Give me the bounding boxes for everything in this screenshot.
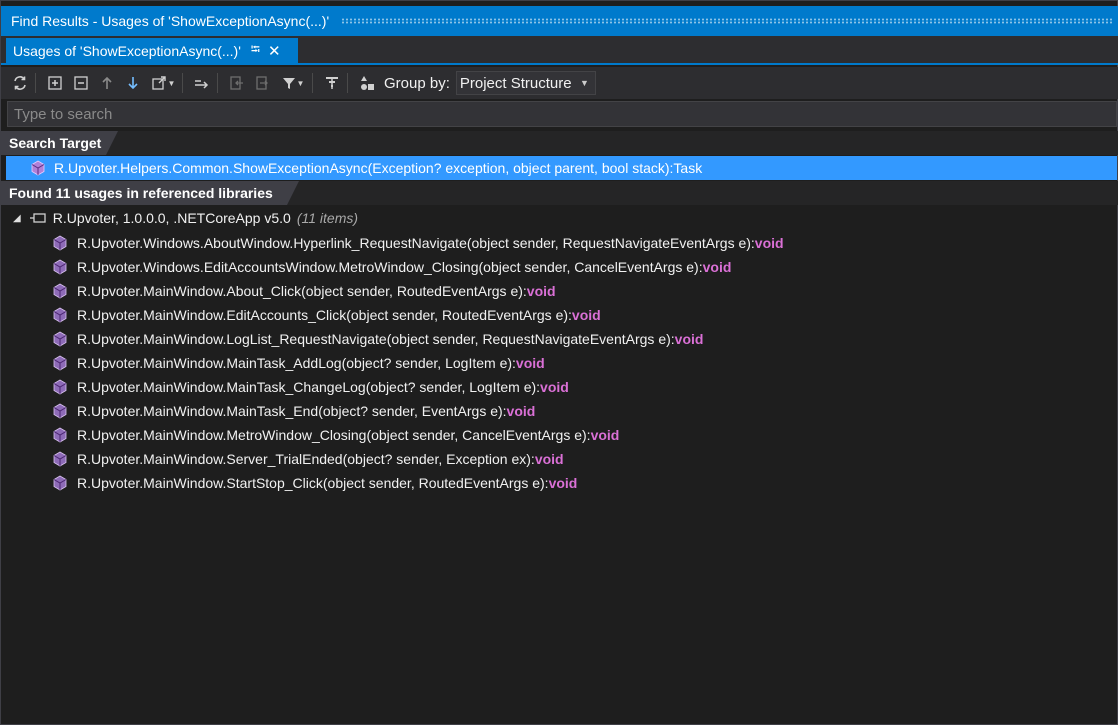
- usage-return-type: void: [540, 379, 569, 395]
- usage-text: R.Upvoter.MainWindow.MainTask_End(object…: [77, 403, 507, 419]
- tab-usages[interactable]: Usages of 'ShowExceptionAsync(...)' ⭾ ✕: [6, 38, 298, 63]
- chevron-down-icon: ▼: [579, 78, 589, 88]
- usage-item[interactable]: R.Upvoter.MainWindow.MainTask_End(object…: [1, 399, 784, 423]
- toolbar-separator: [217, 73, 218, 93]
- assembly-node[interactable]: ◢ R.Upvoter, 1.0.0.0, .NETCoreApp v5.0 (…: [1, 207, 358, 229]
- usage-text: R.Upvoter.MainWindow.EditAccounts_Click(…: [77, 307, 572, 323]
- method-icon: [53, 235, 67, 251]
- usage-return-type: void: [526, 283, 556, 299]
- usage-text: R.Upvoter.Windows.AboutWindow.Hyperlink_…: [77, 235, 755, 251]
- title-bar[interactable]: Find Results - Usages of 'ShowExceptionA…: [1, 6, 1118, 36]
- expand-all-icon[interactable]: [44, 72, 66, 94]
- usage-text: R.Upvoter.Windows.EditAccountsWindow.Met…: [77, 259, 703, 275]
- usage-list: R.Upvoter.Windows.AboutWindow.Hyperlink_…: [1, 231, 784, 495]
- method-icon: [53, 259, 67, 275]
- usage-item[interactable]: R.Upvoter.MainWindow.EditAccounts_Click(…: [1, 303, 784, 327]
- item-count: (11 items): [296, 210, 359, 226]
- toolbar-separator: [347, 73, 348, 93]
- refresh-icon[interactable]: [9, 72, 31, 94]
- usage-text: R.Upvoter.MainWindow.Server_TrialEnded(o…: [77, 451, 535, 467]
- usage-text: R.Upvoter.MainWindow.About_Click(object …: [77, 283, 527, 299]
- toolbar: ▼ ▼ Group by: Project Structure ▼: [1, 67, 1118, 99]
- filter-icon[interactable]: ▼: [278, 72, 308, 94]
- merge-icon[interactable]: [191, 72, 213, 94]
- tab-strip: Usages of 'ShowExceptionAsync(...)' ⭾ ✕: [1, 36, 1118, 65]
- results-header: Found 11 usages in referenced libraries: [1, 181, 299, 205]
- usage-text: R.Upvoter.MainWindow.MainTask_ChangeLog(…: [77, 379, 541, 395]
- usage-return-type: void: [506, 403, 536, 419]
- search-input[interactable]: [7, 101, 1117, 127]
- method-icon: [53, 331, 67, 347]
- usage-item[interactable]: R.Upvoter.MainWindow.About_Click(object …: [1, 279, 784, 303]
- usage-item[interactable]: R.Upvoter.MainWindow.LogList_RequestNavi…: [1, 327, 784, 351]
- method-icon: [31, 160, 45, 176]
- method-icon: [53, 307, 67, 323]
- method-icon: [53, 283, 67, 299]
- close-icon[interactable]: ✕: [268, 42, 281, 60]
- collapse-all-icon[interactable]: [70, 72, 92, 94]
- method-icon: [53, 427, 67, 443]
- usage-item[interactable]: R.Upvoter.Windows.EditAccountsWindow.Met…: [1, 255, 784, 279]
- usage-item[interactable]: R.Upvoter.MainWindow.MainTask_AddLog(obj…: [1, 351, 784, 375]
- usage-text: R.Upvoter.MainWindow.MetroWindow_Closing…: [77, 427, 591, 443]
- usage-return-type: void: [754, 235, 784, 251]
- assembly-icon: [29, 213, 46, 223]
- group-by-icon: [356, 72, 378, 94]
- usage-return-type: void: [515, 355, 545, 371]
- previous-icon[interactable]: [96, 72, 118, 94]
- pin-icon[interactable]: ⭾: [251, 40, 260, 61]
- toolbar-separator: [312, 73, 313, 93]
- usage-text: R.Upvoter.MainWindow.MainTask_AddLog(obj…: [77, 355, 516, 371]
- method-icon: [53, 379, 67, 395]
- usage-return-type: void: [571, 307, 601, 323]
- next-icon[interactable]: [122, 72, 144, 94]
- tab-label: Usages of 'ShowExceptionAsync(...)': [13, 42, 241, 59]
- method-icon: [53, 403, 67, 419]
- usage-item[interactable]: R.Upvoter.MainWindow.MainTask_ChangeLog(…: [1, 375, 784, 399]
- usage-return-type: void: [702, 259, 732, 275]
- go-forward-icon[interactable]: [252, 72, 274, 94]
- search-target-text: R.Upvoter.Helpers.Common.ShowExceptionAs…: [54, 160, 703, 176]
- search-target-row[interactable]: R.Upvoter.Helpers.Common.ShowExceptionAs…: [6, 156, 1117, 180]
- assembly-label: R.Upvoter, 1.0.0.0, .NETCoreApp v5.0: [52, 210, 291, 226]
- usage-return-type: void: [674, 331, 704, 347]
- usage-item[interactable]: R.Upvoter.MainWindow.Server_TrialEnded(o…: [1, 447, 784, 471]
- toolbar-separator: [35, 73, 36, 93]
- method-icon: [53, 475, 67, 491]
- window-title: Find Results - Usages of 'ShowExceptionA…: [11, 13, 330, 29]
- group-icon[interactable]: [321, 72, 343, 94]
- usage-return-type: void: [534, 451, 564, 467]
- usage-item[interactable]: R.Upvoter.Windows.AboutWindow.Hyperlink_…: [1, 231, 784, 255]
- expand-triangle-icon[interactable]: ◢: [13, 213, 21, 224]
- usage-return-type: void: [548, 475, 578, 491]
- search-target-header: Search Target: [1, 131, 118, 155]
- toolbar-separator: [182, 73, 183, 93]
- go-back-icon[interactable]: [226, 72, 248, 94]
- title-grip[interactable]: [341, 18, 1113, 24]
- usage-item[interactable]: R.Upvoter.MainWindow.StartStop_Click(obj…: [1, 471, 784, 495]
- usage-text: R.Upvoter.MainWindow.StartStop_Click(obj…: [77, 475, 549, 491]
- usage-text: R.Upvoter.MainWindow.LogList_RequestNavi…: [77, 331, 675, 347]
- method-icon: [53, 355, 67, 371]
- method-icon: [53, 451, 67, 467]
- usage-item[interactable]: R.Upvoter.MainWindow.MetroWindow_Closing…: [1, 423, 784, 447]
- open-in-new-tab-icon[interactable]: ▼: [148, 72, 178, 94]
- usage-return-type: void: [590, 427, 620, 443]
- find-results-window: Find Results - Usages of 'ShowExceptionA…: [0, 0, 1118, 725]
- group-by-label: Group by:: [384, 74, 450, 92]
- group-by-value: Project Structure: [459, 74, 572, 92]
- search-target-section: Search Target: [1, 131, 1118, 155]
- group-by-select[interactable]: Project Structure ▼: [455, 71, 596, 95]
- results-section: Found 11 usages in referenced libraries: [1, 181, 1118, 205]
